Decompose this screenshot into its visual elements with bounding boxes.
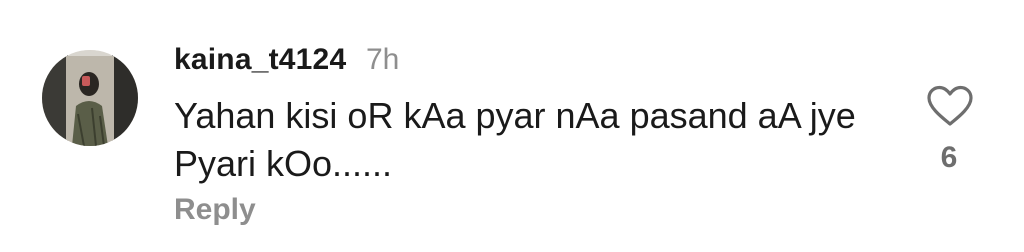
reply-button[interactable]: Reply [174,190,256,230]
avatar-photo-icon [42,50,138,146]
like-count: 6 [940,141,958,174]
timestamp: 7h [366,43,400,76]
comment-item: kaina_t4124 7h Yahan kisi oR kAa pyar nA… [0,0,1024,252]
like-button[interactable] [925,84,975,128]
heart-outline-icon [927,85,973,126]
username[interactable]: kaina_t4124 [174,40,346,80]
comment-text: Yahan kisi oR kAa pyar nAa pasand aA jye… [174,95,856,184]
avatar[interactable] [42,50,138,146]
